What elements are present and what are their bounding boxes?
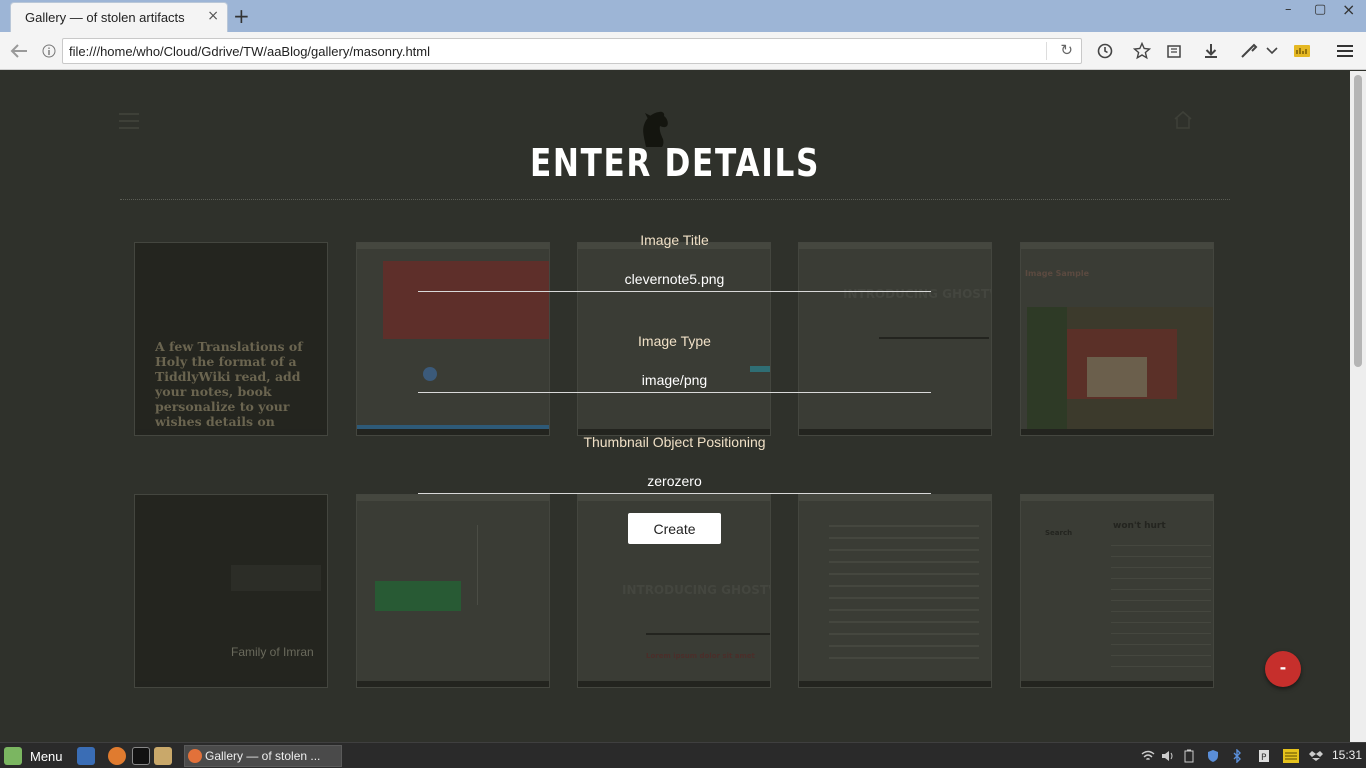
chevron-down-icon[interactable]	[1261, 40, 1283, 62]
firefox-icon[interactable]	[108, 747, 126, 765]
bluetooth-icon[interactable]	[1230, 748, 1244, 764]
show-desktop-icon[interactable]	[77, 747, 95, 765]
taskbar-window-label: Gallery — of stolen ...	[205, 749, 321, 763]
create-button[interactable]: Create	[628, 513, 721, 544]
maximize-button[interactable]: ▢	[1314, 2, 1326, 17]
back-arrow-icon[interactable]	[8, 40, 30, 62]
menu-label: Menu	[30, 748, 63, 764]
image-type-input[interactable]	[418, 367, 931, 393]
thumb-label: Search	[1045, 529, 1073, 537]
image-title-label: Image Title	[640, 232, 709, 248]
gallery-thumb[interactable]: A few Translations of Holy the format of…	[134, 242, 328, 436]
history-icon[interactable]	[1094, 40, 1116, 62]
dropbox-icon[interactable]	[1309, 748, 1323, 762]
scrollbar-thumb[interactable]	[1354, 75, 1362, 367]
clock: 15:31	[1332, 748, 1363, 762]
tab-title: Gallery — of stolen artifacts	[25, 10, 185, 25]
volume-icon[interactable]	[1161, 748, 1175, 762]
reading-list-icon[interactable]	[1163, 40, 1185, 62]
thumb-heading: INTRODUCING GHOSTV	[622, 583, 771, 597]
home-icon[interactable]	[1172, 109, 1194, 131]
image-type-label: Image Type	[638, 333, 711, 349]
extension-icon[interactable]	[1291, 40, 1313, 62]
reload-icon[interactable]: ↻	[1060, 41, 1073, 59]
bookmark-star-icon[interactable]	[1131, 40, 1153, 62]
close-window-button[interactable]: ×	[1342, 0, 1355, 19]
thumb-subheading: Lorem ipsum dolor sit amet	[646, 652, 755, 660]
gallery-thumb[interactable]: Image Sample	[1020, 242, 1214, 436]
image-title-input[interactable]	[418, 266, 931, 292]
url-bar[interactable]: file:///home/who/Cloud/Gdrive/TW/aaBlog/…	[62, 38, 1082, 64]
svg-text:P: P	[1261, 753, 1267, 763]
mint-logo-icon	[4, 747, 22, 765]
wifi-icon[interactable]	[1141, 748, 1155, 762]
thumbnail-positioning-label: Thumbnail Object Positioning	[583, 434, 766, 450]
browser-menu-icon[interactable]	[1334, 40, 1356, 62]
scrollbar[interactable]	[1350, 71, 1366, 742]
gallery-thumb[interactable]	[798, 494, 992, 688]
download-icon[interactable]	[1200, 40, 1222, 62]
site-info-icon[interactable]	[38, 40, 60, 62]
tab-close-icon[interactable]: ×	[207, 8, 219, 24]
thumbnail-positioning-input[interactable]	[418, 468, 931, 494]
files-icon[interactable]	[154, 747, 172, 765]
minimize-button[interactable]: –	[1285, 2, 1292, 17]
page-title: ENTER DETAILS	[529, 141, 821, 185]
hamburger-menu-icon[interactable]	[119, 113, 139, 129]
browser-tab[interactable]: Gallery — of stolen artifacts ×	[10, 2, 228, 32]
notes-icon[interactable]	[1283, 748, 1299, 763]
gallery-thumb[interactable]	[356, 494, 550, 688]
browser-navbar: file:///home/who/Cloud/Gdrive/TW/aaBlog/…	[0, 32, 1366, 70]
battery-icon[interactable]	[1182, 748, 1196, 763]
terminal-icon[interactable]	[132, 747, 150, 765]
floating-action-button[interactable]: -	[1265, 651, 1301, 687]
gallery-thumb[interactable]: Search won't hurt	[1020, 494, 1214, 688]
page-content: ENTER DETAILS A few Translations of Holy…	[0, 71, 1350, 742]
thumb-heading: won't hurt	[1113, 521, 1166, 531]
thumb-text: A few Translations of Holy the format of…	[155, 339, 303, 429]
shield-icon[interactable]	[1206, 748, 1220, 762]
divider	[120, 199, 1230, 200]
gallery-thumb[interactable]: Family of Imran	[134, 494, 328, 688]
firefox-icon	[188, 749, 202, 763]
taskbar: Menu Gallery — of stolen ... P 15:31	[0, 742, 1366, 768]
url-divider	[1046, 42, 1047, 60]
clipboard-icon[interactable]: P	[1257, 748, 1271, 763]
taskbar-window-item[interactable]: Gallery — of stolen ...	[184, 745, 342, 767]
thumb-heading: Image Sample	[1025, 269, 1090, 278]
thumb-caption: Family of Imran	[231, 645, 314, 659]
new-tab-button[interactable]: +	[233, 4, 250, 28]
url-text[interactable]: file:///home/who/Cloud/Gdrive/TW/aaBlog/…	[69, 44, 430, 59]
tools-icon[interactable]	[1238, 40, 1260, 62]
start-menu-button[interactable]: Menu	[4, 746, 63, 766]
browser-titlebar: Gallery — of stolen artifacts × + – ▢ ×	[0, 0, 1366, 32]
thumb-image	[1027, 307, 1213, 431]
